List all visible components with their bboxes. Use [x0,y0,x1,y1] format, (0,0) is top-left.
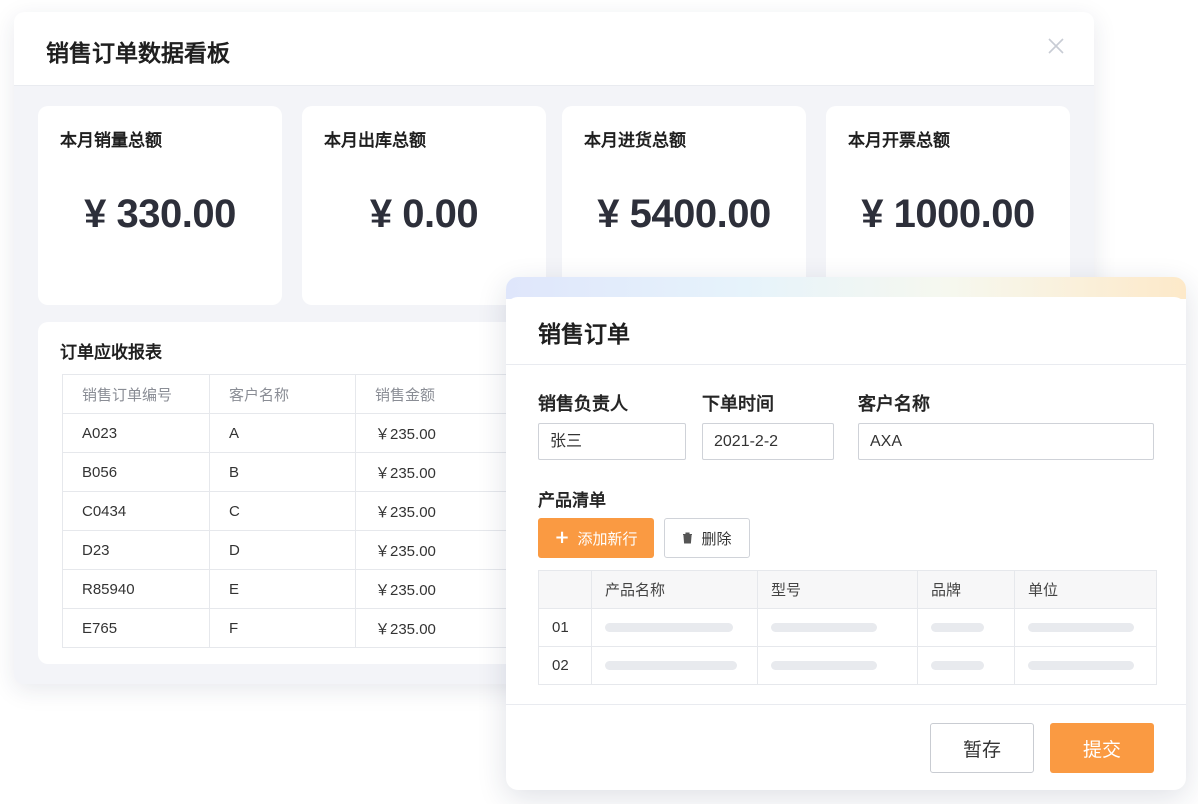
product-name-cell[interactable] [591,608,758,647]
delete-label: 删除 [701,529,732,548]
kpi-card-sales: 本月销量总额 ¥ 330.00 [38,106,282,305]
placeholder-bar [605,623,733,632]
customer-cell: B [209,452,356,492]
kpi-card-outbound: 本月出库总额 ¥ 0.00 [302,106,546,305]
column-header: 客户名称 [209,374,356,414]
kpi-label: 本月销量总额 [60,131,162,151]
dashboard-header: 销售订单数据看板 [14,12,1094,86]
table-header-row: 产品名称 型号 品牌 单位 [538,570,1157,609]
kpi-label: 本月开票总额 [848,131,950,151]
submit-button[interactable]: 提交 [1050,723,1154,773]
table-row[interactable]: C0434 C ￥235.00 [62,491,516,531]
brand-cell[interactable] [917,608,1015,647]
salesperson-field[interactable]: 张三 [538,423,686,460]
product-name-cell[interactable] [591,646,758,685]
table-row[interactable]: A023 A ￥235.00 [62,413,516,453]
dialog-title: 销售订单 [538,322,630,348]
table-row[interactable]: B056 B ￥235.00 [62,452,516,492]
order-number-cell: C0434 [62,491,210,531]
dashboard-title: 销售订单数据看板 [46,41,230,67]
placeholder-bar [1028,661,1134,670]
amount-cell: ￥235.00 [355,608,516,648]
order-number-cell: E765 [62,608,210,648]
table-row[interactable]: 01 [538,608,1157,647]
customer-cell: A [209,413,356,453]
kpi-label: 本月进货总额 [584,131,686,151]
amount-cell: ￥235.00 [355,530,516,570]
footer-divider [506,704,1186,705]
kpi-label: 本月出库总额 [324,131,426,151]
amount-cell: ￥235.00 [355,491,516,531]
unit-cell[interactable] [1014,646,1157,685]
column-header: 品牌 [917,570,1015,609]
delete-button[interactable]: 删除 [664,518,750,558]
customer-cell: D [209,530,356,570]
customer-cell: E [209,569,356,609]
column-header [538,570,592,609]
order-date-field[interactable]: 2021-2-2 [702,423,834,460]
order-date-label: 下单时间 [702,394,774,415]
product-list-label: 产品清单 [538,491,606,511]
kpi-value: ¥ 1000.00 [861,192,1035,236]
kpi-value: ¥ 330.00 [84,192,236,236]
order-number-cell: B056 [62,452,210,492]
placeholder-bar [1028,623,1134,632]
save-draft-button[interactable]: 暂存 [930,723,1034,773]
column-header: 销售金额 [355,374,516,414]
add-row-button[interactable]: + 添加新行 [538,518,654,558]
placeholder-bar [931,661,984,670]
column-header: 产品名称 [591,570,758,609]
brand-cell[interactable] [917,646,1015,685]
report-table: 销售订单编号 客户名称 销售金额 A023 A ￥235.00 B056 B ￥… [62,374,516,648]
report-title: 订单应收报表 [60,343,162,363]
amount-cell: ￥235.00 [355,569,516,609]
column-header: 单位 [1014,570,1157,609]
table-row[interactable]: E765 F ￥235.00 [62,608,516,648]
dialog-header: 销售订单 [506,297,1186,365]
table-row[interactable]: R85940 E ￥235.00 [62,569,516,609]
customer-cell: F [209,608,356,648]
table-row[interactable]: D23 D ￥235.00 [62,530,516,570]
kpi-value: ¥ 0.00 [369,192,479,236]
add-row-label: 添加新行 [577,529,638,548]
placeholder-bar [771,661,877,670]
plus-icon: + [554,527,570,548]
model-cell[interactable] [757,608,918,647]
customer-label: 客户名称 [858,394,930,415]
order-number-cell: R85940 [62,569,210,609]
amount-cell: ￥235.00 [355,452,516,492]
column-header: 型号 [757,570,918,609]
table-row[interactable]: 02 [538,646,1157,685]
unit-cell[interactable] [1014,608,1157,647]
product-table: 产品名称 型号 品牌 单位 01 02 [538,570,1157,685]
close-icon[interactable] [1044,34,1068,58]
kpi-value: ¥ 5400.00 [597,192,771,236]
column-header: 销售订单编号 [62,374,210,414]
customer-cell: C [209,491,356,531]
trash-icon [682,532,693,544]
kpi-card-invoice: 本月开票总额 ¥ 1000.00 [826,106,1070,305]
sales-order-dialog: 销售订单 销售负责人 张三 下单时间 2021-2-2 客户名称 AXA 产品清… [506,277,1186,790]
salesperson-label: 销售负责人 [538,394,628,415]
order-number-cell: D23 [62,530,210,570]
row-number: 02 [538,646,592,685]
customer-field[interactable]: AXA [858,423,1154,460]
placeholder-bar [771,623,877,632]
placeholder-bar [931,623,984,632]
order-number-cell: A023 [62,413,210,453]
placeholder-bar [605,661,737,670]
row-number: 01 [538,608,592,647]
amount-cell: ￥235.00 [355,413,516,453]
model-cell[interactable] [757,646,918,685]
gradient-bar [506,277,1186,299]
table-header-row: 销售订单编号 客户名称 销售金额 [62,374,516,414]
kpi-card-purchase: 本月进货总额 ¥ 5400.00 [562,106,806,305]
